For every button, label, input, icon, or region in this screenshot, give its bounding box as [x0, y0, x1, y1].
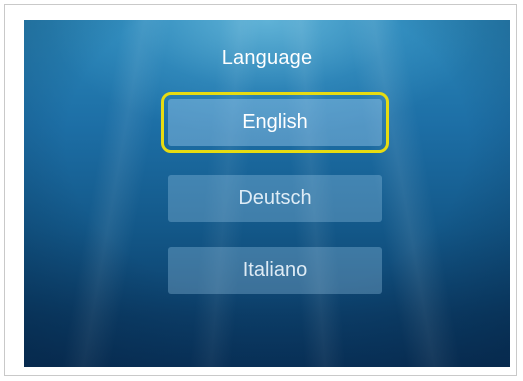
language-option-italiano[interactable]: Italiano [168, 247, 382, 294]
menu-title: Language [221, 47, 313, 69]
language-option-english[interactable]: English [161, 92, 389, 153]
screen-frame: Language English Deutsch Italiano [4, 4, 517, 376]
language-option-deutsch[interactable]: Deutsch [168, 175, 382, 222]
language-menu-screen: Language English Deutsch Italiano [24, 20, 510, 367]
